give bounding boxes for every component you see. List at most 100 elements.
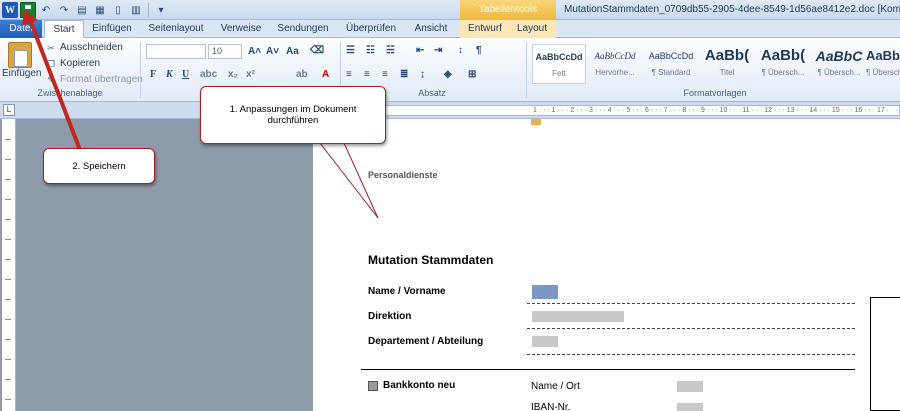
format-painter-button[interactable]: ✎ Format übertragen (46, 74, 143, 85)
shading-icon[interactable]: ◈ (444, 69, 452, 80)
align-right-icon[interactable]: ≡ (382, 69, 388, 80)
style-heading-2[interactable]: AaBbC ¶ Übersch... (812, 44, 866, 84)
bank-account-checkbox[interactable] (368, 381, 378, 391)
styles-group-label: Formatvorlagen (683, 88, 747, 98)
tab-start[interactable]: Start (44, 20, 84, 39)
style-fett[interactable]: AaBbCcDd Fett (532, 44, 586, 84)
print-preview-icon[interactable]: ▦ (92, 2, 108, 18)
callout-step-2-text: 2. Speichern (72, 160, 126, 172)
tab-insert[interactable]: Einfügen (86, 20, 138, 38)
style-sample: AaBbCcDd (535, 52, 583, 62)
paste-button[interactable]: Einfügen (2, 68, 42, 79)
tab-selector[interactable]: L (3, 104, 15, 116)
style-sample: AaBb( (704, 47, 750, 64)
style-name: Titel (719, 68, 735, 77)
italic-button[interactable]: K (166, 69, 173, 80)
font-size-dropdown[interactable]: 10 (208, 44, 242, 59)
style-sample: AaBb( (760, 47, 806, 64)
redo-icon[interactable]: ↷ (56, 2, 72, 18)
ruler-tick (5, 279, 11, 280)
cut-button[interactable]: ✂ Ausschneiden (46, 42, 123, 53)
borders-icon[interactable]: ⊞ (468, 69, 476, 80)
ribbon-tab-row: Datei Start Einfügen Seitenlayout Verwei… (0, 20, 900, 39)
subscript-icon[interactable]: x₂ (228, 69, 238, 80)
clear-formatting-icon[interactable]: ⌫ (310, 45, 324, 56)
quick-access-toolbar: W ↶ ↷ ▤ ▦ ▯ ▥ ▾ (2, 2, 169, 18)
new-document-icon[interactable]: ▯ (110, 2, 126, 18)
field-value-name[interactable] (532, 285, 558, 299)
highlight-icon[interactable]: ab (296, 69, 308, 80)
title-bar: W ↶ ↷ ▤ ▦ ▯ ▥ ▾ Tabellentools MutationSt… (0, 0, 900, 20)
undo-icon[interactable]: ↶ (38, 2, 54, 18)
print-icon[interactable]: ▤ (74, 2, 90, 18)
word-logo-icon[interactable]: W (2, 2, 18, 18)
tab-design[interactable]: Entwurf (462, 20, 508, 38)
context-group-title: Tabellentools (478, 4, 538, 15)
field-value-iban[interactable] (677, 403, 703, 411)
side-frame (870, 297, 900, 411)
callout-step-2: 2. Speichern (43, 148, 155, 184)
tab-page-layout[interactable]: Seitenlayout (142, 20, 210, 38)
style-title[interactable]: AaBb( Titel (700, 44, 754, 84)
font-color-icon[interactable]: A (322, 69, 329, 80)
grow-font-button[interactable]: A˄ (248, 46, 261, 57)
align-center-icon[interactable]: ≡ (364, 69, 370, 80)
justify-icon[interactable]: ≣ (400, 69, 408, 80)
clipboard-group-label: Zwischenablage (37, 88, 103, 98)
increase-indent-icon[interactable]: ⇥ (434, 45, 442, 56)
document-page[interactable]: Personaldienste Mutation Stammdaten Name… (313, 119, 900, 411)
align-left-icon[interactable]: ≡ (346, 69, 352, 80)
callout-step-1: 1. Anpassungen im Dokument durchführen (200, 86, 386, 144)
tab-layout[interactable]: Layout (510, 20, 554, 38)
section-divider (361, 369, 855, 370)
line-spacing-icon[interactable]: ↨ (420, 69, 425, 80)
strikethrough-icon[interactable]: abc (200, 69, 217, 80)
style-emphasis[interactable]: AaBbCcDd Hervorhe... (588, 44, 642, 84)
save-icon[interactable] (20, 2, 36, 18)
underline-button[interactable]: U (182, 69, 189, 80)
field-value-abteilung[interactable] (532, 336, 558, 347)
style-name: Fett (552, 69, 566, 78)
ruler-tick (5, 399, 11, 400)
field-label-iban: IBAN-Nr. (531, 402, 571, 411)
table-icon[interactable]: ▥ (128, 2, 144, 18)
style-name: ¶ Standard (651, 68, 691, 77)
ruler-tick (5, 339, 11, 340)
style-heading-3[interactable]: AaBb ¶ Übersch... (866, 44, 900, 84)
style-standard[interactable]: AaBbCcDd ¶ Standard (644, 44, 698, 84)
paste-icon[interactable] (8, 42, 32, 68)
superscript-icon[interactable]: x² (246, 69, 255, 80)
change-case-button[interactable]: Aa (286, 46, 299, 57)
tab-references[interactable]: Verweise (214, 20, 268, 38)
field-label-abteilung: Departement / Abteilung (368, 336, 484, 347)
customize-toolbar-icon[interactable]: ▾ (153, 2, 169, 18)
bold-button[interactable]: F (150, 69, 156, 80)
field-value-name-ort[interactable] (677, 381, 703, 392)
brush-icon: ✎ (47, 74, 55, 85)
field-label-name: Name / Vorname (368, 286, 446, 297)
decrease-indent-icon[interactable]: ⇤ (416, 45, 424, 56)
copy-button[interactable]: ❐ Kopieren (46, 58, 100, 69)
ruler-tick (5, 179, 11, 180)
field-label-direktion: Direktion (368, 311, 412, 322)
callout-step-1-text: 1. Anpassungen im Dokument durchführen (229, 104, 357, 126)
show-marks-icon[interactable]: ¶ (476, 45, 482, 56)
style-name: ¶ Übersch... (761, 68, 805, 77)
tab-review[interactable]: Überprüfen (340, 20, 402, 38)
numbering-icon[interactable]: ☷ (366, 45, 375, 56)
bullets-icon[interactable]: ☰ (346, 45, 355, 56)
sort-icon[interactable]: ↕ (458, 45, 463, 56)
field-value-direktion[interactable] (532, 311, 624, 322)
shrink-font-button[interactable]: A˅ (266, 46, 279, 57)
ruler-tick (5, 379, 11, 380)
tab-view[interactable]: Ansicht (406, 20, 456, 38)
ruler-tick (5, 319, 11, 320)
font-family-dropdown[interactable] (146, 44, 206, 59)
tab-mailings[interactable]: Sendungen (272, 20, 334, 38)
vertical-ruler[interactable] (2, 119, 16, 411)
cut-label: Ausschneiden (60, 42, 123, 53)
horizontal-ruler[interactable]: 1 · · · 1 · · · 2 · · · 3 · · · 4 · · · … (312, 105, 900, 116)
style-heading-1[interactable]: AaBb( ¶ Übersch... (756, 44, 810, 84)
multilevel-list-icon[interactable]: ☵ (386, 45, 395, 56)
tab-file[interactable]: Datei (0, 20, 42, 38)
